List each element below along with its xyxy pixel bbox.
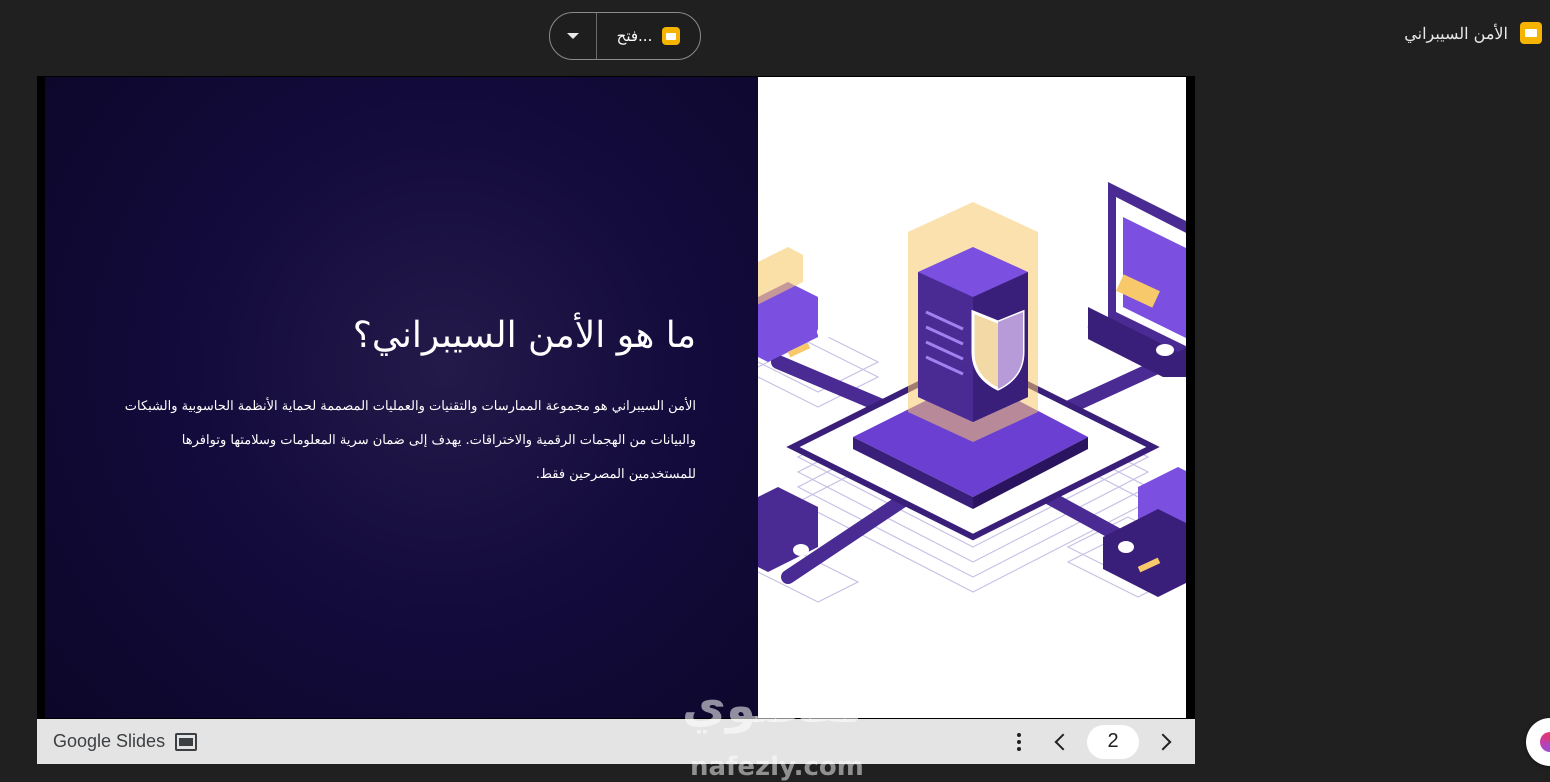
assistant-button[interactable] <box>1526 718 1550 766</box>
next-slide-button[interactable] <box>1149 726 1181 758</box>
slide: ما هو الأمن السيبراني؟ الأمن السيبراني ه… <box>45 77 1186 718</box>
page-number-field[interactable]: 2 <box>1087 724 1139 759</box>
open-with-label: فتح... <box>616 27 653 45</box>
slide-body: الأمن السيبراني هو مجموعة الممارسات والت… <box>96 390 696 492</box>
open-with-control[interactable]: فتح... <box>549 12 701 60</box>
slide-body-line: الأمن السيبراني هو مجموعة الممارسات والت… <box>124 399 696 414</box>
more-button[interactable] <box>1003 726 1035 758</box>
file-title: الأمن السيبراني <box>1404 22 1542 44</box>
cybersecurity-illustration <box>738 182 1186 603</box>
chevron-right-icon <box>1154 733 1172 750</box>
brand: Google Slides <box>37 731 198 752</box>
chevron-left-icon <box>1054 733 1072 750</box>
watermark-text: نفخلوي <box>682 678 863 734</box>
assistant-orb-icon <box>1540 732 1550 752</box>
google-slides-icon <box>662 27 681 45</box>
more-vert-icon <box>1017 732 1021 751</box>
slide-body-line: للمستخدمين المصرحين فقط. <box>535 467 696 482</box>
slide-viewer: ما هو الأمن السيبراني؟ الأمن السيبراني ه… <box>37 76 1195 764</box>
caret-down-icon <box>567 33 579 39</box>
slide-body-line: والبيانات من الهجمات الرقمية والاختراقات… <box>181 433 696 448</box>
slides-presentation-icon <box>175 732 198 751</box>
google-slides-icon <box>1520 22 1542 44</box>
slide-title: ما هو الأمن السيبراني؟ <box>352 315 696 356</box>
brand-label: Google Slides <box>53 731 166 751</box>
open-with-dropdown-button[interactable] <box>550 13 597 59</box>
open-with-button[interactable]: فتح... <box>597 27 700 45</box>
slide-illustration-panel <box>738 77 1186 718</box>
slide-controls: 2 <box>1003 724 1195 759</box>
previous-slide-button[interactable] <box>1045 726 1077 758</box>
watermark-url: nafezly.com <box>690 752 864 782</box>
viewer-toolbar: Google Slides 2 <box>37 719 1195 764</box>
file-name: الأمن السيبراني <box>1404 23 1508 43</box>
watermark: نفخلوي <box>682 678 863 734</box>
